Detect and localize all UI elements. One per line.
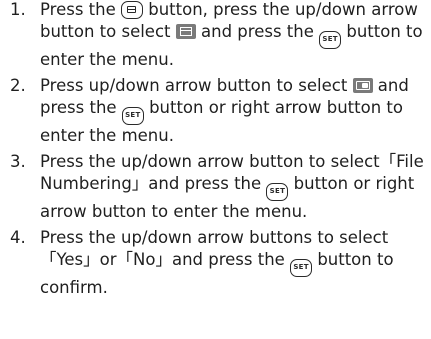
instruction-steps: 1. Press the button, press the up/down a… <box>0 0 431 298</box>
step-2: 2. Press up/down arrow button to select … <box>10 75 431 146</box>
step-4: 4. Press the up/down arrow buttons to se… <box>10 227 431 298</box>
set-button-icon: SET <box>290 258 313 277</box>
setup-menu-icon <box>352 78 373 93</box>
instruction-page: 1. Press the button, press the up/down a… <box>0 0 431 338</box>
step-1: 1. Press the button, press the up/down a… <box>10 0 431 70</box>
menu-button-icon <box>121 1 143 19</box>
step-text: Press the <box>40 0 116 19</box>
step-text: Press up/down arrow button to select <box>40 76 348 95</box>
set-button-icon: SET <box>319 30 342 49</box>
step-number: 2. <box>10 76 26 95</box>
shooting-menu-icon <box>175 23 196 39</box>
step-number: 3. <box>10 152 26 171</box>
set-button-icon: SET <box>266 182 289 201</box>
step-number: 4. <box>10 228 26 247</box>
step-number: 1. <box>10 0 26 19</box>
step-text: and press the <box>201 21 314 41</box>
step-3: 3. Press the up/down arrow button to sel… <box>10 151 431 222</box>
set-button-icon: SET <box>121 106 144 125</box>
